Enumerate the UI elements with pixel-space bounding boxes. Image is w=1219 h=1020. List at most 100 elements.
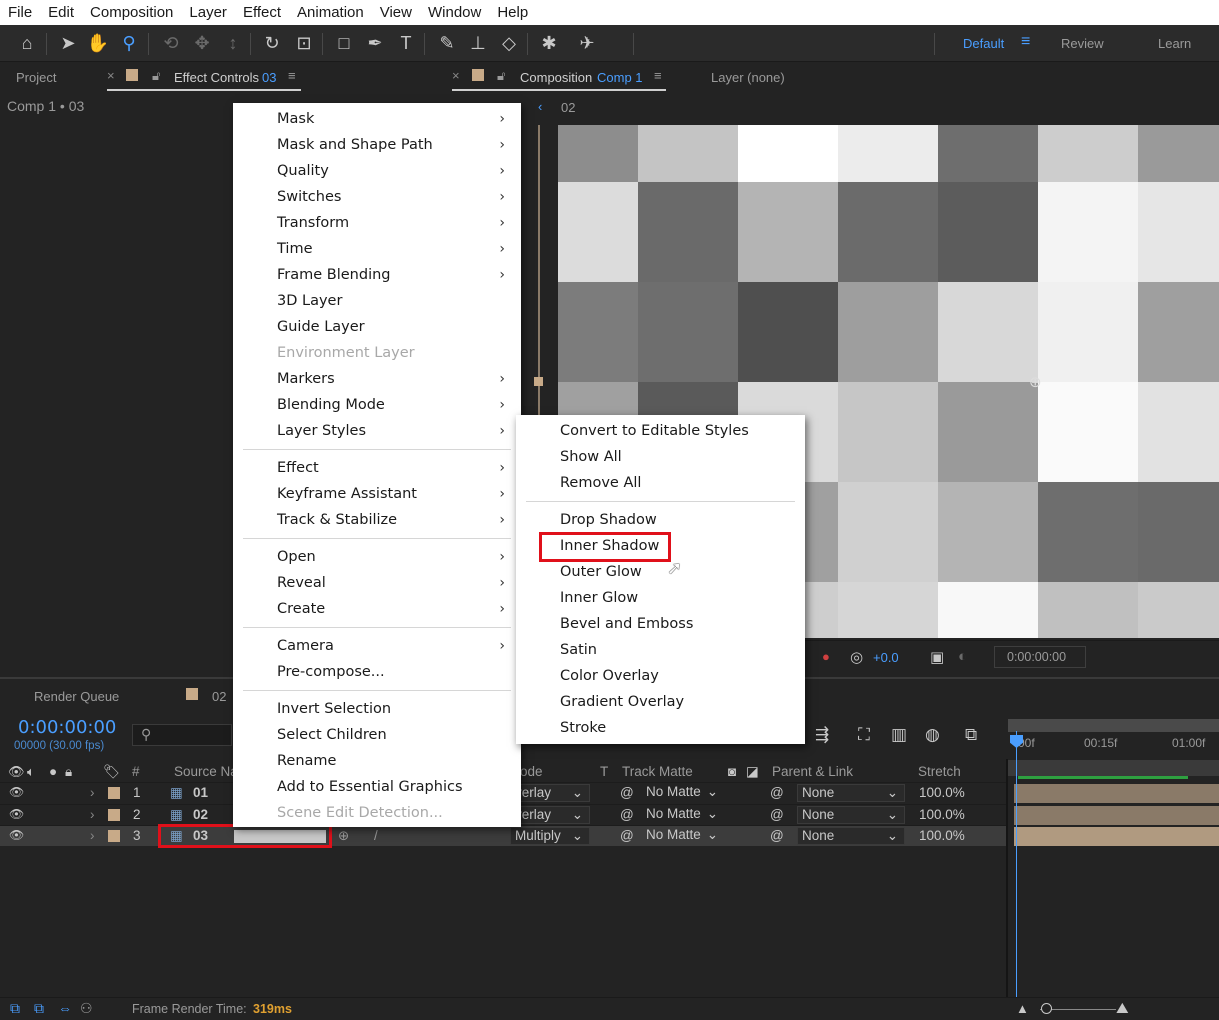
- dolly-camera-icon[interactable]: ↕: [220, 30, 246, 56]
- expand-icon[interactable]: ›: [90, 828, 95, 843]
- menu-item-invert-selection[interactable]: Invert Selection: [233, 696, 521, 722]
- parent-pickwhip-icon[interactable]: @: [770, 785, 784, 800]
- panel-menu-icon[interactable]: ≡: [288, 68, 296, 83]
- parent-pickwhip-icon[interactable]: @: [770, 828, 784, 843]
- matte-pickwhip-icon[interactable]: @: [620, 807, 634, 822]
- tab-layer[interactable]: Layer (none): [711, 70, 785, 85]
- stretch-value[interactable]: 100.0%: [919, 828, 965, 843]
- exposure-reset-icon[interactable]: ◎: [850, 648, 863, 666]
- column-track-matte[interactable]: Track Matte: [622, 764, 693, 779]
- menu-window[interactable]: Window: [420, 4, 489, 21]
- menu-item-quality[interactable]: Quality ›: [233, 158, 521, 184]
- menu-item-select-children[interactable]: Select Children: [233, 722, 521, 748]
- stretch-value[interactable]: 100.0%: [919, 807, 965, 822]
- submenu-item-drop-shadow[interactable]: Drop Shadow: [516, 507, 805, 533]
- menu-item-switches[interactable]: Switches ›: [233, 184, 521, 210]
- menu-item-reveal[interactable]: Reveal ›: [233, 570, 521, 596]
- frame-blending-icon[interactable]: ▥: [891, 725, 907, 745]
- menu-item-effect[interactable]: Effect ›: [233, 455, 521, 481]
- graph-editor-icon[interactable]: ⧉: [965, 725, 977, 745]
- eye-icon[interactable]: 👁︎: [9, 785, 24, 799]
- eye-icon[interactable]: 👁︎: [9, 807, 24, 821]
- rectangle-icon[interactable]: □: [331, 30, 357, 56]
- channel-icon[interactable]: ●: [822, 649, 830, 664]
- track-matte-select[interactable]: No Matte ⌄: [642, 827, 722, 845]
- mode-select[interactable]: verlay ⌄: [510, 784, 590, 802]
- zoom-icon[interactable]: ⚲: [116, 30, 142, 56]
- menu-item-add-to-essential-graphics[interactable]: Add to Essential Graphics: [233, 774, 521, 800]
- audio-icon[interactable]: 🔈︎: [27, 764, 35, 780]
- workspace-default[interactable]: Default: [963, 36, 1004, 51]
- menu-item-camera[interactable]: Camera ›: [233, 633, 521, 659]
- matte-toggle-icon[interactable]: ◙: [728, 764, 736, 779]
- transfer-controls-icon[interactable]: ⧉: [34, 1000, 44, 1017]
- label-swatch[interactable]: [108, 809, 120, 821]
- matte-pickwhip-icon[interactable]: @: [620, 828, 634, 843]
- submenu-item-color-overlay[interactable]: Color Overlay: [516, 663, 805, 689]
- workspace-learn[interactable]: Learn: [1158, 36, 1191, 51]
- label-icon[interactable]: 🏷︎: [103, 764, 120, 780]
- menu-item-mask-and-shape-path[interactable]: Mask and Shape Path ›: [233, 132, 521, 158]
- zoom-in-icon[interactable]: ⛰: [1116, 1000, 1129, 1017]
- time-navigator-handle[interactable]: [534, 377, 543, 386]
- brush-icon[interactable]: ✎: [434, 30, 460, 56]
- menu-animation[interactable]: Animation: [289, 4, 372, 21]
- parent-select[interactable]: None ⌄: [797, 806, 905, 824]
- menu-composition[interactable]: Composition: [82, 4, 181, 21]
- tab-effect-controls[interactable]: Effect Controls: [174, 70, 259, 85]
- mode-select[interactable]: verlay ⌄: [510, 806, 590, 824]
- menu-layer[interactable]: Layer: [181, 4, 235, 21]
- stretch-value[interactable]: 100.0%: [919, 785, 965, 800]
- timecode-box[interactable]: 0:00:00:00: [994, 646, 1086, 668]
- hand-icon[interactable]: ✋: [85, 30, 111, 56]
- menu-item-layer-styles[interactable]: Layer Styles ›: [233, 418, 521, 444]
- menu-item-mask[interactable]: Mask ›: [233, 106, 521, 132]
- zoom-slider-handle[interactable]: [1041, 1003, 1052, 1014]
- current-timecode[interactable]: 0:00:00:00: [18, 717, 116, 738]
- tab-render-queue[interactable]: Render Queue: [34, 689, 119, 704]
- submenu-item-satin[interactable]: Satin: [516, 637, 805, 663]
- shy-switch-icon[interactable]: ⊕: [338, 828, 349, 844]
- close-icon[interactable]: ×: [452, 68, 460, 83]
- menu-item-transform[interactable]: Transform ›: [233, 210, 521, 236]
- submenu-item-outer-glow[interactable]: Outer Glow: [516, 559, 805, 585]
- pin-icon[interactable]: ✈: [574, 30, 600, 56]
- submenu-item-bevel-and-emboss[interactable]: Bevel and Emboss: [516, 611, 805, 637]
- menu-effect[interactable]: Effect: [235, 4, 289, 21]
- label-swatch[interactable]: [108, 830, 120, 842]
- menu-view[interactable]: View: [372, 4, 420, 21]
- menu-item-frame-blending[interactable]: Frame Blending ›: [233, 262, 521, 288]
- submenu-item-inner-glow[interactable]: Inner Glow: [516, 585, 805, 611]
- menu-item-create[interactable]: Create ›: [233, 596, 521, 622]
- submenu-item-convert-to-editable-styles[interactable]: Convert to Editable Styles: [516, 418, 805, 444]
- submenu-item-gradient-overlay[interactable]: Gradient Overlay: [516, 689, 805, 715]
- lock-icon[interactable]: 🔒︎: [65, 764, 72, 780]
- workspace-menu-icon[interactable]: ≡: [1021, 33, 1030, 51]
- flowchart-icon[interactable]: ⇶: [815, 725, 829, 745]
- exposure-value[interactable]: +0.0: [873, 650, 899, 665]
- eraser-icon[interactable]: ◇: [496, 30, 522, 56]
- text-icon[interactable]: T: [393, 30, 419, 56]
- submenu-item-stroke[interactable]: Stroke: [516, 715, 805, 741]
- show-snapshot-icon[interactable]: ◐: [958, 648, 967, 665]
- puppet-icon[interactable]: ✱: [536, 30, 562, 56]
- close-icon[interactable]: ×: [107, 68, 115, 83]
- submenu-item-remove-all[interactable]: Remove All: [516, 470, 805, 496]
- solo-icon[interactable]: ●: [49, 764, 57, 779]
- label-swatch[interactable]: [108, 787, 120, 799]
- column-parent[interactable]: Parent & Link: [772, 764, 853, 779]
- quality-switch-icon[interactable]: /: [374, 828, 378, 843]
- playhead[interactable]: [1016, 731, 1017, 999]
- menu-item-pre-compose[interactable]: Pre-compose...: [233, 659, 521, 685]
- track-matte-select[interactable]: No Matte ⌄: [642, 806, 722, 824]
- menu-item-time[interactable]: Time ›: [233, 236, 521, 262]
- mode-select[interactable]: Multiply ⌄: [510, 827, 590, 845]
- submenu-item-show-all[interactable]: Show All: [516, 444, 805, 470]
- menu-item-guide-layer[interactable]: Guide Layer: [233, 314, 521, 340]
- comp-nav-label[interactable]: 02: [561, 100, 575, 115]
- menu-item-blending-mode[interactable]: Blending Mode ›: [233, 392, 521, 418]
- layer-bar[interactable]: [1014, 806, 1219, 825]
- parent-select[interactable]: None ⌄: [797, 784, 905, 802]
- zoom-out-icon[interactable]: ▲: [1016, 1001, 1029, 1016]
- stamp-icon[interactable]: ⊥: [465, 30, 491, 56]
